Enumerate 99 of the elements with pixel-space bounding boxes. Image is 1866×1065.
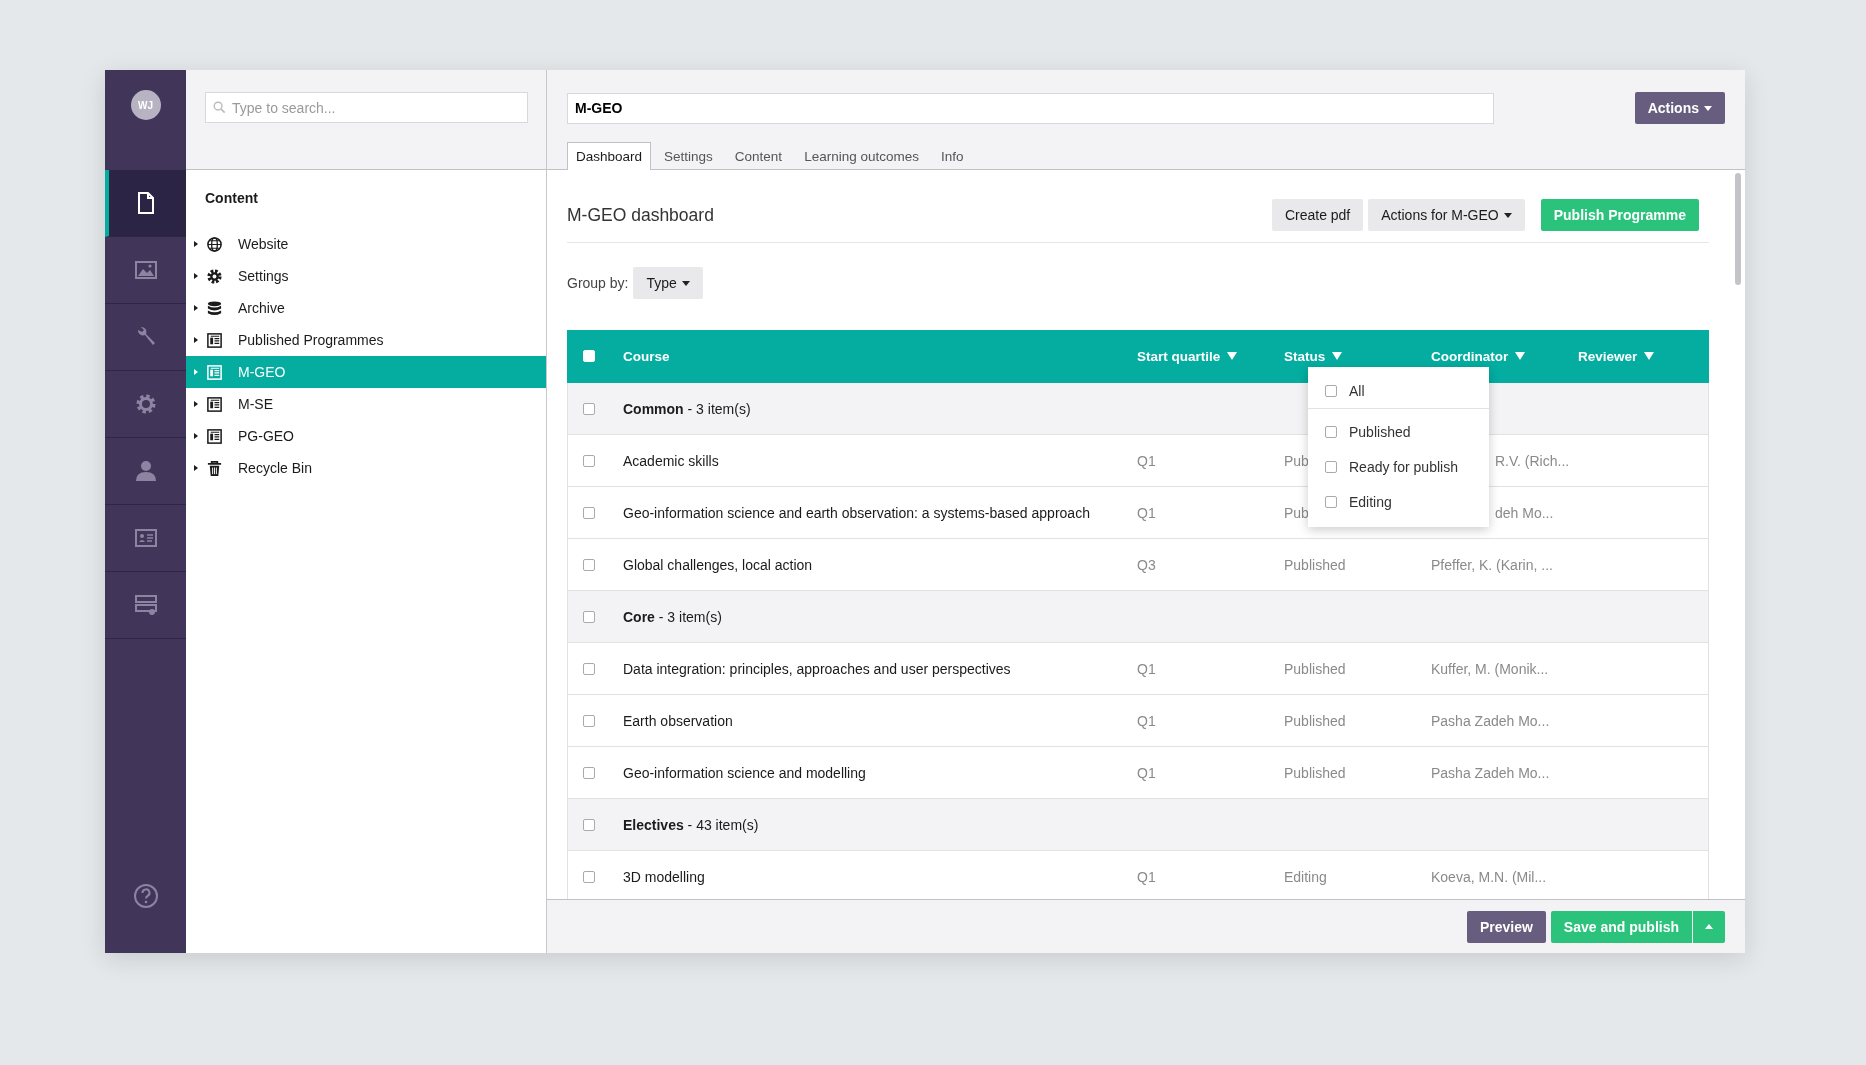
document-list-icon	[206, 331, 223, 349]
expand-arrow-icon[interactable]	[193, 401, 199, 407]
status: Published	[1284, 556, 1346, 573]
quartile: Q1	[1137, 868, 1156, 885]
filter-arrow-icon[interactable]	[1227, 352, 1238, 360]
gear-icon	[206, 267, 223, 285]
group-by-dropdown[interactable]: Type	[633, 267, 703, 299]
quartile: Q1	[1137, 504, 1156, 521]
status: Editing	[1284, 868, 1327, 885]
quartile: Q3	[1137, 556, 1156, 573]
expand-arrow-icon[interactable]	[193, 337, 199, 343]
menu-option[interactable]: All	[1308, 373, 1489, 408]
quartile: Q1	[1137, 660, 1156, 677]
caret-up-icon	[1705, 924, 1713, 929]
coordinator: R.V. (Rich...	[1495, 452, 1570, 469]
menu-option[interactable]: Ready for publish	[1308, 449, 1489, 484]
tree-item[interactable]: M-SE	[186, 388, 546, 420]
coordinator: Kuffer, M. (Monik...	[1431, 660, 1549, 677]
tree-item[interactable]: Archive	[186, 292, 546, 324]
checkbox[interactable]	[583, 870, 595, 883]
coordinator: deh Mo...	[1495, 504, 1554, 521]
menu-option[interactable]: Editing	[1308, 484, 1489, 519]
name-field[interactable]: M-GEO	[567, 92, 1494, 124]
course-name: Data integration: principles, approaches and user perspectives	[623, 660, 1011, 677]
coordinator: Koeva, M.N. (Mil...	[1431, 868, 1547, 885]
filter-arrow-icon[interactable]	[1332, 352, 1343, 360]
checkbox[interactable]	[583, 818, 595, 831]
group-heading: Common - 3 item(s)	[623, 400, 752, 417]
course-name: Academic skills	[623, 452, 719, 469]
actions-button[interactable]: Actions	[1634, 92, 1725, 124]
course-name: 3D modelling	[623, 868, 705, 885]
quartile: Q1	[1137, 452, 1156, 469]
tree-item[interactable]: Recycle Bin	[186, 452, 546, 484]
document-list-icon	[206, 395, 223, 413]
scrollbar[interactable]	[1735, 173, 1741, 285]
coordinator: Pfeffer, K. (Karin, ...	[1431, 556, 1553, 573]
tree-heading: Content	[204, 190, 259, 208]
globe-icon	[206, 235, 223, 253]
button[interactable]: Preview	[1466, 910, 1546, 943]
course-name: Geo-information science and modelling	[623, 764, 866, 781]
coordinator: Pasha Zadeh Mo...	[1431, 712, 1550, 729]
document-list-icon	[206, 427, 223, 445]
checkbox[interactable]	[583, 402, 595, 415]
quartile: Q1	[1137, 712, 1156, 729]
checkbox[interactable]	[583, 610, 595, 623]
tab[interactable]: Content	[725, 142, 792, 170]
caret-icon	[1704, 105, 1712, 111]
checkbox[interactable]	[1325, 425, 1337, 438]
checkbox[interactable]	[1325, 495, 1337, 508]
document-list-icon	[206, 363, 223, 381]
checkbox[interactable]	[583, 766, 595, 779]
checkbox[interactable]	[583, 662, 595, 675]
filter-arrow-icon[interactable]	[1515, 352, 1526, 360]
group-by-label: Group by:	[567, 275, 629, 291]
status: Published	[1284, 712, 1346, 729]
course-name: Earth observation	[623, 712, 733, 729]
group-heading: Core - 3 item(s)	[623, 608, 723, 625]
dropdown-toggle[interactable]	[1693, 910, 1725, 943]
status: Published	[1284, 764, 1346, 781]
tab[interactable]: Learning outcomes	[795, 142, 928, 170]
expand-arrow-icon[interactable]	[193, 305, 199, 311]
expand-arrow-icon[interactable]	[193, 465, 199, 471]
course-name: Global challenges, local action	[623, 556, 813, 573]
help-icon[interactable]	[132, 883, 159, 909]
filter-arrow-icon[interactable]	[1644, 352, 1655, 360]
section-tab[interactable]	[105, 170, 186, 237]
group-heading: Electives - 43 item(s)	[623, 816, 760, 833]
tree-item[interactable]: PG-GEO	[186, 420, 546, 452]
tab[interactable]: Settings	[655, 142, 722, 170]
tab[interactable]: Info	[931, 142, 973, 170]
checkbox[interactable]	[583, 558, 595, 571]
course-name: Geo-information science and earth observation: a systems-based approach	[623, 504, 1090, 521]
expand-arrow-icon[interactable]	[193, 273, 199, 279]
checkbox[interactable]	[583, 454, 595, 467]
quartile: Q1	[1137, 764, 1156, 781]
checkbox[interactable]	[583, 714, 595, 727]
dropdown-button[interactable]: Actions for M-GEO	[1368, 199, 1525, 231]
menu-option[interactable]: Published	[1308, 414, 1489, 449]
tree-item[interactable]: Settings	[186, 260, 546, 292]
tab[interactable]: Dashboard	[567, 142, 652, 170]
tree-item[interactable]: Website	[186, 228, 546, 260]
search-field[interactable]: Type to search...	[205, 92, 528, 123]
expand-arrow-icon[interactable]	[193, 433, 199, 439]
server-icon	[132, 592, 159, 618]
expand-arrow-icon[interactable]	[193, 241, 199, 247]
trash-icon	[206, 459, 223, 477]
button[interactable]: Create pdf	[1271, 199, 1364, 231]
checkbox[interactable]	[583, 506, 595, 519]
caret-icon	[681, 280, 690, 286]
status: Published	[1284, 660, 1346, 677]
caret-icon	[1503, 212, 1512, 218]
status: Pub	[1284, 504, 1309, 521]
tree-item[interactable]: Published Programmes	[186, 324, 546, 356]
status: Pub	[1284, 452, 1309, 469]
coordinator: Pasha Zadeh Mo...	[1431, 764, 1550, 781]
dashboard-title: M-GEO dashboard	[567, 204, 714, 226]
database-icon	[206, 299, 223, 317]
checkbox[interactable]	[1325, 384, 1337, 397]
checkbox[interactable]	[1325, 460, 1337, 473]
